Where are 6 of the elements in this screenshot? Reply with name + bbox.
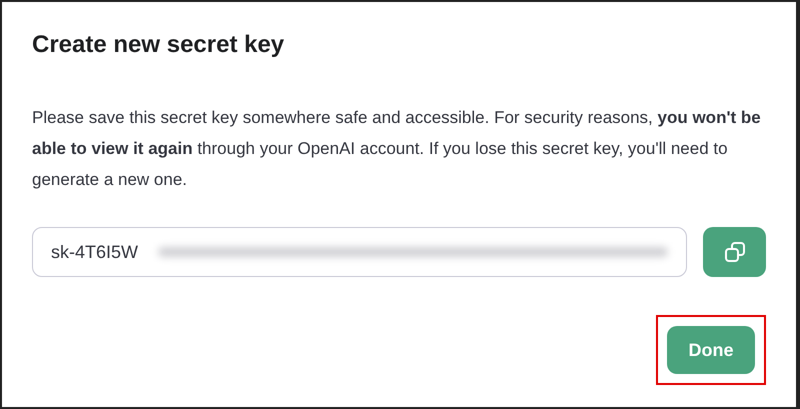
key-value: sk-4T6I5W — [51, 242, 138, 262]
copy-button[interactable] — [703, 227, 766, 277]
secret-key-field[interactable]: sk-4T6I5W — [32, 227, 687, 277]
warning-message: Please save this secret key somewhere safe and accessible. For security reasons, you won't be able to view it again through your OpenAI account. If you lose this secret key, you'll need to generate a new one. — [32, 107, 762, 191]
dialog-title: Create new secret key — [32, 30, 286, 60]
copy-icon — [724, 241, 746, 263]
